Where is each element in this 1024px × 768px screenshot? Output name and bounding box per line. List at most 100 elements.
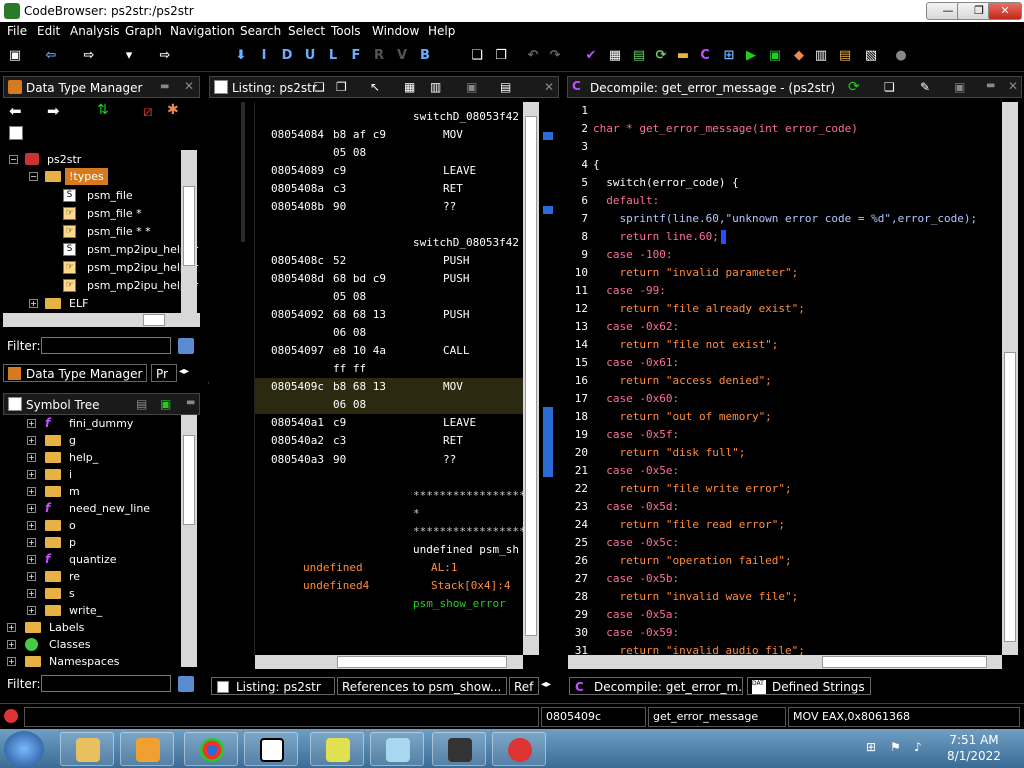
cursor-select-icon[interactable]: ↖ — [370, 80, 380, 94]
decompile-copy-icon[interactable]: ❏ — [884, 80, 895, 94]
expand-icon[interactable]: + — [27, 470, 36, 479]
menu-analysis[interactable]: Analysis — [70, 24, 119, 38]
taskbar-terminal[interactable] — [432, 732, 486, 766]
listing-fields-icon[interactable]: ▦ — [404, 80, 415, 94]
decompile-vscrollbar[interactable] — [1002, 102, 1018, 655]
scroll-thumb[interactable] — [822, 656, 987, 668]
tab-scroll-icon[interactable]: ◂▸ — [179, 366, 189, 377]
expand-icon[interactable]: + — [29, 299, 38, 308]
expand-icon[interactable]: + — [7, 640, 16, 649]
tab-defined-strings[interactable]: DAT Defined Strings — [747, 677, 871, 695]
listing-view[interactable]: switchD_08053f42 08054084 b8 af c9 MOV 0… — [255, 102, 523, 655]
expand-icon[interactable]: + — [27, 538, 36, 547]
listing-paste-icon[interactable]: ❐ — [336, 80, 347, 94]
decompile-edit-icon[interactable]: ✎ — [920, 80, 930, 94]
action-center-icon[interactable]: ⚑ — [890, 740, 901, 754]
decompile-refresh-icon[interactable]: ⟳ — [848, 79, 860, 95]
decompile-menu-icon[interactable]: ▬ — [986, 80, 995, 91]
script-icon[interactable]: ▣ — [766, 47, 784, 65]
next-instruction-button[interactable]: I — [255, 47, 273, 65]
decompile-snapshot-icon[interactable]: ▣ — [954, 80, 965, 94]
decompile-close-icon[interactable]: ✕ — [1008, 79, 1018, 93]
nav-history-icon[interactable]: ⇨ — [156, 47, 174, 65]
checkmark-icon[interactable]: ✔ — [582, 47, 600, 65]
memory-map-icon[interactable]: ◆ — [790, 47, 808, 65]
scroll-thumb[interactable] — [183, 435, 195, 525]
refresh-green-icon[interactable]: ⟳ — [652, 47, 670, 65]
dtm-vscrollbar[interactable] — [181, 150, 197, 313]
clock-date[interactable]: 8/1/2022 — [944, 749, 1004, 763]
bookmarks-icon[interactable]: ▧ — [862, 47, 880, 65]
properties-icon[interactable]: ▤ — [836, 47, 854, 65]
scroll-thumb[interactable] — [1004, 352, 1016, 642]
tab-decompile[interactable]: C Decompile: get_error_m... — [569, 677, 743, 695]
dtm-hscrollbar[interactable] — [3, 313, 200, 327]
taskbar-chrome[interactable] — [184, 732, 238, 766]
scroll-thumb[interactable] — [143, 314, 165, 326]
taskbar-media[interactable] — [120, 732, 174, 766]
tab-scroll-icon[interactable]: ◂▸ — [541, 679, 551, 690]
start-button[interactable] — [4, 731, 44, 767]
tab-references[interactable]: References to psm_show... — [337, 677, 507, 695]
menu-file[interactable]: File — [7, 24, 27, 38]
taskbar-7zip[interactable] — [244, 732, 298, 766]
menu-select[interactable]: Select — [288, 24, 325, 38]
network-icon[interactable]: ⊞ — [866, 740, 876, 754]
expand-icon[interactable]: + — [27, 487, 36, 496]
dtm-filter-icon[interactable]: ⧄ — [143, 102, 153, 120]
redo-icon[interactable]: ↷ — [546, 47, 564, 65]
listing-diff-icon[interactable]: ▥ — [430, 80, 441, 94]
expand-icon[interactable]: − — [29, 172, 38, 181]
symbol-table-icon[interactable]: ▥ — [812, 47, 830, 65]
listing-snapshot-icon[interactable]: ▣ — [466, 80, 477, 94]
expand-icon[interactable]: + — [27, 453, 36, 462]
menu-window[interactable]: Window — [372, 24, 419, 38]
forward-arrow-icon[interactable]: ⇨ — [80, 47, 98, 65]
symbol-import-icon[interactable]: ▤ — [136, 397, 147, 411]
menu-graph[interactable]: Graph — [125, 24, 162, 38]
taskbar-notepad[interactable] — [370, 732, 424, 766]
save-icon[interactable]: ▣ — [6, 47, 24, 65]
taskbar-explorer[interactable] — [60, 732, 114, 766]
symbol-create-icon[interactable]: ▣ — [160, 397, 171, 411]
expand-icon[interactable]: + — [27, 521, 36, 530]
taskbar-app[interactable] — [310, 732, 364, 766]
filter-options-icon[interactable] — [178, 676, 194, 692]
dtm-archive-icon[interactable]: ✱ — [167, 102, 179, 118]
expand-icon[interactable]: + — [27, 606, 36, 615]
filter-options-icon[interactable] — [178, 338, 194, 354]
back-arrow-icon[interactable]: ⇦ — [42, 47, 60, 65]
menu-tools[interactable]: Tools — [331, 24, 361, 38]
undo-icon[interactable]: ↶ — [524, 47, 542, 65]
expand-icon[interactable]: + — [27, 504, 36, 513]
folder-icon[interactable]: ▬ — [674, 47, 692, 65]
dtm-menu-icon[interactable]: ▬ — [160, 81, 169, 92]
expand-icon[interactable]: + — [7, 657, 16, 666]
expand-icon[interactable]: + — [27, 555, 36, 564]
close-button[interactable]: ✕ — [988, 2, 1022, 20]
listing-hscrollbar[interactable] — [255, 655, 523, 669]
menu-edit[interactable]: Edit — [37, 24, 60, 38]
data-type-icon[interactable]: ▤ — [630, 47, 648, 65]
clock-time[interactable]: 7:51 AM — [944, 733, 1004, 747]
run-icon[interactable]: ▶ — [742, 47, 760, 65]
expand-icon[interactable]: + — [27, 589, 36, 598]
decompile-view[interactable]: 1 2 char * get_error_message(int error_co… — [568, 102, 1002, 655]
dtm-filter-input[interactable] — [41, 337, 171, 354]
dtm-expand-icon[interactable]: ⇅ — [97, 102, 109, 118]
next-function-button[interactable]: F — [347, 47, 365, 65]
symbol-vscrollbar[interactable] — [181, 415, 197, 667]
tab-program-trees[interactable]: Pr — [151, 364, 177, 382]
nav-dropdown-icon[interactable]: ▾ — [120, 47, 138, 65]
symbol-filter-input[interactable] — [41, 675, 171, 692]
paste-icon[interactable]: ❐ — [492, 47, 510, 65]
menu-search[interactable]: Search — [240, 24, 281, 38]
decompile-hscrollbar[interactable] — [568, 655, 1002, 669]
listing-vscrollbar[interactable] — [523, 102, 539, 655]
next-reference-button[interactable]: R — [370, 47, 388, 65]
expand-icon[interactable]: + — [27, 572, 36, 581]
dtm-collapse-icon[interactable] — [9, 126, 23, 140]
next-label-button[interactable]: L — [324, 47, 342, 65]
decompile-c-icon[interactable]: C — [696, 47, 714, 65]
expand-icon[interactable]: + — [27, 436, 36, 445]
